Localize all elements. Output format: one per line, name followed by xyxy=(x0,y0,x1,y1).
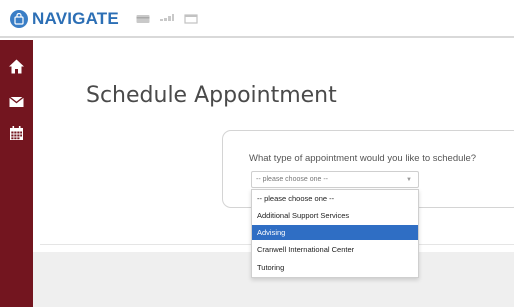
calendar-icon[interactable] xyxy=(8,125,25,142)
brand-name[interactable]: NAVIGATE xyxy=(32,10,119,28)
chevron-down-icon: ▼ xyxy=(406,177,412,183)
appointment-type-select[interactable]: -- please choose one -- ▼ xyxy=(251,171,419,188)
appointment-type-dropdown: -- please choose one -- Additional Suppo… xyxy=(251,189,419,278)
home-icon[interactable] xyxy=(8,58,25,75)
option-additional-support-services[interactable]: Additional Support Services xyxy=(252,208,418,223)
page-title: Schedule Appointment xyxy=(86,83,337,108)
select-current-value: -- please choose one -- xyxy=(256,176,328,183)
option-advising[interactable]: Advising xyxy=(252,225,418,240)
credit-card-icon[interactable] xyxy=(136,14,150,24)
option-please-choose[interactable]: -- please choose one -- xyxy=(252,191,418,206)
option-cranwell-international-center[interactable]: Cranwell International Center xyxy=(252,242,418,257)
appointment-type-question: What type of appointment would you like … xyxy=(249,153,477,164)
sidebar xyxy=(0,40,33,307)
signal-bars-icon[interactable] xyxy=(160,14,174,24)
navigate-logo-icon[interactable] xyxy=(10,10,28,28)
envelope-icon[interactable] xyxy=(8,93,25,110)
window-icon[interactable] xyxy=(184,14,198,24)
top-bar: NAVIGATE xyxy=(0,0,514,38)
option-tutoring[interactable]: Tutoring xyxy=(252,260,418,275)
